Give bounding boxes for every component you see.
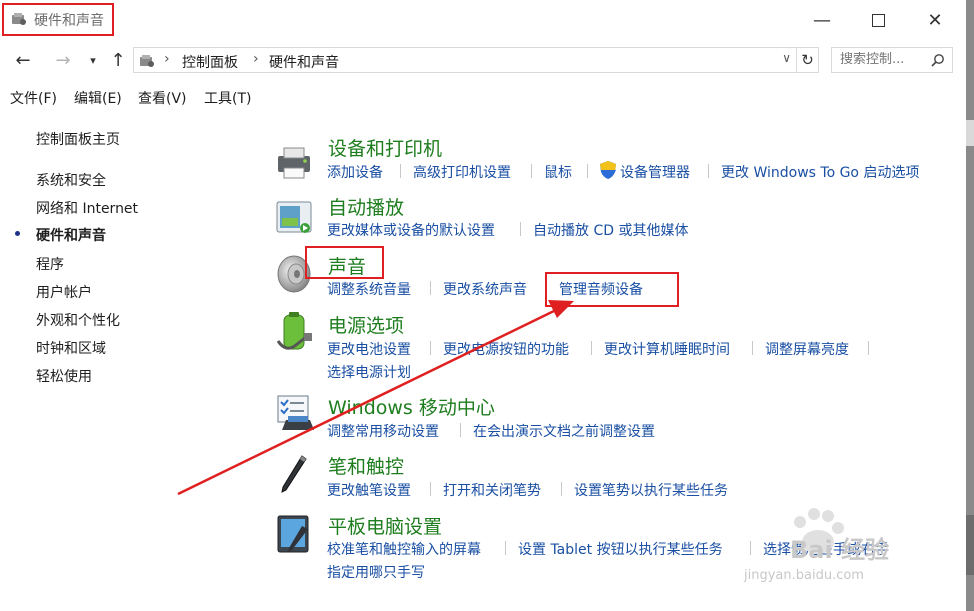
search-box[interactable] (831, 47, 953, 73)
refresh-icon: ↻ (801, 51, 814, 69)
link-power-button-function[interactable]: 更改电源按钮的功能 (443, 339, 569, 359)
sidebar-item-system-security[interactable]: 系统和安全 (36, 170, 106, 190)
close-icon: ✕ (927, 9, 943, 31)
menu-file[interactable]: 文件(F) (10, 88, 57, 108)
breadcrumb-control-panel[interactable]: 控制面板 (182, 52, 238, 72)
divider (752, 341, 753, 355)
up-button[interactable]: ↑ (105, 48, 131, 72)
sidebar-item-user-accounts[interactable]: 用户帐户 (36, 282, 92, 302)
mobility-center-icon (277, 395, 314, 430)
minimize-button[interactable]: — (797, 0, 847, 40)
active-bullet-icon (15, 231, 20, 236)
link-toggle-flicks[interactable]: 打开和关闭笔势 (443, 480, 541, 500)
divider (531, 164, 532, 178)
link-device-manager[interactable]: 设备管理器 (620, 162, 690, 182)
address-bar[interactable]: › 控制面板 › 硬件和声音 ∨ (133, 47, 797, 73)
sidebar-item-hardware-sound[interactable]: 硬件和声音 (36, 225, 106, 245)
watermark-brand: Bai 经验 (790, 536, 890, 564)
link-battery-settings[interactable]: 更改电池设置 (327, 339, 411, 359)
divider (430, 281, 431, 295)
printer-icon (278, 147, 310, 179)
forward-arrow-icon: → (55, 49, 71, 71)
divider (430, 482, 431, 496)
link-flick-tasks[interactable]: 设置笔势以执行某些任务 (574, 480, 728, 500)
watermark-url: jingyan.baidu.com (744, 568, 864, 583)
menu-view[interactable]: 查看(V) (138, 88, 187, 108)
autoplay-icon (276, 201, 312, 233)
refresh-button[interactable]: ↻ (797, 47, 819, 73)
forward-button[interactable]: → (50, 48, 76, 72)
up-arrow-icon: ↑ (110, 49, 126, 71)
title-bar: 硬件和声音 — ✕ (0, 0, 966, 40)
minimize-icon: — (813, 9, 831, 31)
sidebar-item-ease-of-access[interactable]: 轻松使用 (36, 366, 92, 386)
sidebar-item-home[interactable]: 控制面板主页 (36, 129, 120, 149)
breadcrumb-hardware-sound[interactable]: 硬件和声音 (269, 52, 339, 72)
control-panel-window: 硬件和声音 — ✕ ← → ▾ ↑ › 控制面板 › 硬件和声音 ∨ ↻ 搜索控… (0, 0, 966, 611)
sidebar-item-clock-region[interactable]: 时钟和区域 (36, 338, 106, 358)
pen-icon (281, 455, 307, 493)
link-windows-to-go[interactable]: 更改 Windows To Go 启动选项 (721, 162, 919, 182)
link-pen-settings[interactable]: 更改触笔设置 (327, 480, 411, 500)
link-autoplay-cd[interactable]: 自动播放 CD 或其他媒体 (533, 220, 688, 240)
link-mouse[interactable]: 鼠标 (544, 162, 572, 182)
link-adjust-volume[interactable]: 调整系统音量 (327, 279, 411, 299)
divider (561, 482, 562, 496)
link-sleep-time[interactable]: 更改计算机睡眠时间 (604, 339, 730, 359)
hardware-sound-icon (140, 55, 154, 67)
uac-shield-icon (600, 161, 616, 179)
back-arrow-icon: ← (15, 49, 31, 71)
annotation-box-title (2, 3, 114, 36)
background-window-edge (966, 0, 974, 611)
background-panel (966, 515, 974, 575)
annotation-box-manage-audio (545, 272, 679, 307)
divider (505, 541, 506, 555)
divider (591, 341, 592, 355)
chevron-right-icon: › (253, 51, 259, 67)
chevron-down-icon[interactable]: ∨ (782, 51, 791, 65)
back-button[interactable]: ← (10, 48, 36, 72)
chevron-right-icon: › (164, 51, 170, 67)
divider (460, 423, 461, 437)
search-input[interactable] (840, 52, 930, 67)
sidebar-item-programs[interactable]: 程序 (36, 254, 64, 274)
divider (400, 164, 401, 178)
category-title-power[interactable]: 电源选项 (328, 311, 404, 338)
category-title-pen-touch[interactable]: 笔和触控 (328, 452, 404, 479)
link-tablet-buttons[interactable]: 设置 Tablet 按钮以执行某些任务 (518, 539, 723, 559)
menu-tools[interactable]: 工具(T) (204, 88, 251, 108)
link-screen-brightness[interactable]: 调整屏幕亮度 (765, 339, 849, 359)
menu-edit[interactable]: 编辑(E) (74, 88, 122, 108)
link-choose-power-plan[interactable]: 选择电源计划 (327, 362, 411, 382)
search-icon[interactable] (931, 53, 945, 67)
link-change-system-sounds[interactable]: 更改系统声音 (443, 279, 527, 299)
maximize-icon (871, 13, 885, 27)
close-button[interactable]: ✕ (910, 0, 960, 40)
tablet-icon (277, 515, 309, 553)
divider (587, 164, 588, 178)
divider (520, 222, 521, 236)
background-panel (966, 120, 974, 146)
divider (708, 164, 709, 178)
maximize-button[interactable] (853, 0, 903, 40)
divider (430, 341, 431, 355)
link-advanced-printer-setup[interactable]: 高级打印机设置 (413, 162, 511, 182)
link-change-media-defaults[interactable]: 更改媒体或设备的默认设置 (327, 220, 495, 240)
link-presentation-settings[interactable]: 在会出演示文档之前调整设置 (473, 421, 655, 441)
chevron-down-icon: ▾ (90, 53, 96, 67)
category-title-autoplay[interactable]: 自动播放 (328, 193, 404, 220)
link-common-mobility-settings[interactable]: 调整常用移动设置 (327, 421, 439, 441)
battery-icon (276, 312, 312, 350)
divider (868, 341, 869, 355)
link-add-device[interactable]: 添加设备 (327, 162, 383, 182)
annotation-box-sound (305, 246, 384, 279)
category-title-mobility-center[interactable]: Windows 移动中心 (328, 393, 495, 420)
category-title-tablet-settings[interactable]: 平板电脑设置 (328, 512, 442, 539)
recent-locations-button[interactable]: ▾ (80, 48, 106, 72)
sidebar-item-network[interactable]: 网络和 Internet (36, 198, 138, 218)
link-calibrate-screen[interactable]: 校准笔和触控输入的屏幕 (327, 539, 481, 559)
sidebar-item-appearance[interactable]: 外观和个性化 (36, 310, 120, 330)
link-specify-writing-hand[interactable]: 指定用哪只手写 (327, 562, 425, 582)
category-title-devices-printers[interactable]: 设备和打印机 (328, 134, 442, 161)
